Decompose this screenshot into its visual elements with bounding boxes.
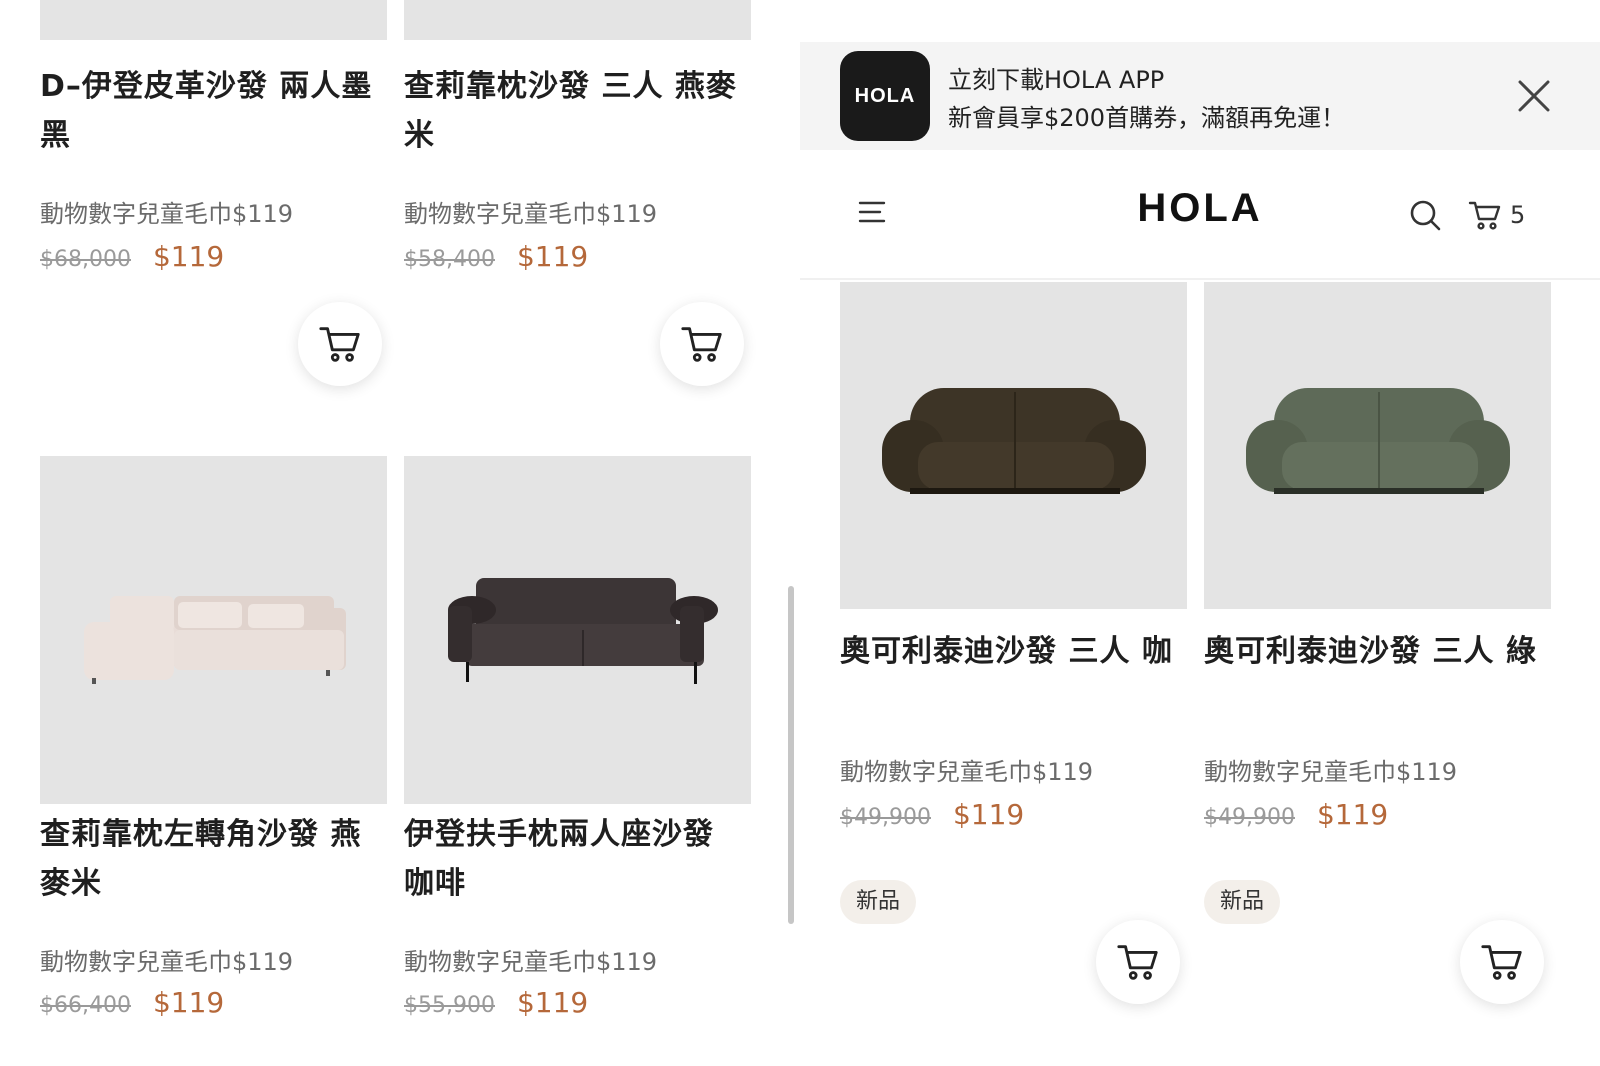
corner-sofa-image bbox=[84, 596, 346, 684]
close-icon[interactable] bbox=[1512, 74, 1556, 118]
product-image[interactable] bbox=[40, 0, 387, 40]
new-product-badge: 新品 bbox=[840, 880, 917, 924]
price-row: $49,900 $119 bbox=[1204, 798, 1388, 831]
price-row: $66,400 $119 bbox=[40, 986, 224, 1019]
teddy-sofa-brown-image bbox=[882, 388, 1146, 494]
app-logo[interactable]: HOLA bbox=[840, 51, 930, 141]
original-price: $68,000 bbox=[40, 247, 131, 272]
sale-price: $119 bbox=[516, 986, 589, 1019]
scrollbar[interactable] bbox=[788, 586, 794, 924]
price-row: $49,900 $119 bbox=[840, 798, 1024, 831]
right-screenshot-panel: HOLA 立刻下載HOLA APP 新會員享$200首購券，滿額再免運！ HOL… bbox=[800, 0, 1600, 1066]
left-screenshot-panel: D–伊登皮革沙發 兩人墨黑 動物數字兒童毛巾$119 $68,000 $119 … bbox=[0, 0, 800, 1066]
price-row: $68,000 $119 bbox=[40, 240, 224, 273]
product-promo-text: 動物數字兒童毛巾$119 bbox=[40, 200, 294, 228]
product-title[interactable]: 奧可利泰迪沙發 三人 咖 bbox=[840, 627, 1187, 676]
original-price: $58,400 bbox=[404, 247, 495, 272]
sale-price: $119 bbox=[1316, 798, 1389, 831]
product-promo-text: 動物數字兒童毛巾$119 bbox=[1204, 758, 1458, 786]
product-card[interactable]: 查莉靠枕沙發 三人 燕麥米 動物數字兒童毛巾$119 $58,400 $119 bbox=[404, 0, 751, 400]
two-seat-sofa-image bbox=[448, 578, 718, 684]
add-to-cart-button[interactable] bbox=[1096, 920, 1180, 1004]
original-price: $49,900 bbox=[840, 805, 931, 830]
cart-count-badge: 5 bbox=[1510, 201, 1526, 229]
original-price: $55,900 bbox=[404, 993, 495, 1018]
add-to-cart-button[interactable] bbox=[660, 302, 744, 386]
product-promo-text: 動物數字兒童毛巾$119 bbox=[404, 200, 658, 228]
product-image[interactable] bbox=[404, 456, 751, 804]
product-image[interactable] bbox=[40, 456, 387, 804]
product-promo-text: 動物數字兒童毛巾$119 bbox=[404, 948, 658, 976]
header-cart-button[interactable]: 5 bbox=[1468, 198, 1525, 232]
product-promo-text: 動物數字兒童毛巾$119 bbox=[840, 758, 1094, 786]
sale-price: $119 bbox=[516, 240, 589, 273]
cart-icon bbox=[1117, 945, 1158, 980]
product-card[interactable]: 伊登扶手枕兩人座沙發 咖啡 動物數字兒童毛巾$119 $55,900 $119 bbox=[404, 456, 751, 1066]
sale-price: $119 bbox=[152, 240, 225, 273]
product-title[interactable]: 奧可利泰迪沙發 三人 綠 bbox=[1204, 627, 1551, 676]
product-card[interactable]: 奧可利泰迪沙發 三人 綠 動物數字兒童毛巾$119 $49,900 $119 新… bbox=[1204, 282, 1551, 1066]
sale-price: $119 bbox=[152, 986, 225, 1019]
add-to-cart-button[interactable] bbox=[298, 302, 382, 386]
original-price: $66,400 bbox=[40, 993, 131, 1018]
product-promo-text: 動物數字兒童毛巾$119 bbox=[40, 948, 294, 976]
teddy-sofa-green-image bbox=[1246, 388, 1510, 494]
product-image[interactable] bbox=[404, 0, 751, 40]
product-title[interactable]: 伊登扶手枕兩人座沙發 咖啡 bbox=[404, 810, 751, 908]
product-card[interactable]: 查莉靠枕左轉角沙發 燕麥米 動物數字兒童毛巾$119 $66,400 $119 bbox=[40, 456, 387, 1066]
product-card[interactable]: D–伊登皮革沙發 兩人墨黑 動物數字兒童毛巾$119 $68,000 $119 bbox=[40, 0, 387, 400]
banner-subtitle: 新會員享$200首購券，滿額再免運！ bbox=[948, 104, 1346, 132]
app-download-banner[interactable]: HOLA 立刻下載HOLA APP 新會員享$200首購券，滿額再免運！ bbox=[800, 42, 1600, 150]
price-row: $55,900 $119 bbox=[404, 986, 588, 1019]
cart-icon bbox=[1481, 945, 1522, 980]
product-image[interactable] bbox=[1204, 282, 1551, 609]
product-title[interactable]: D–伊登皮革沙發 兩人墨黑 bbox=[40, 62, 387, 160]
product-title[interactable]: 查莉靠枕左轉角沙發 燕麥米 bbox=[40, 810, 387, 908]
site-header: HOLA 5 bbox=[800, 150, 1600, 280]
original-price: $49,900 bbox=[1204, 805, 1295, 830]
add-to-cart-button[interactable] bbox=[1460, 920, 1544, 1004]
product-card[interactable]: 奧可利泰迪沙發 三人 咖 動物數字兒童毛巾$119 $49,900 $119 新… bbox=[840, 282, 1187, 1066]
cart-icon bbox=[681, 327, 722, 362]
sale-price: $119 bbox=[952, 798, 1025, 831]
price-row: $58,400 $119 bbox=[404, 240, 588, 273]
new-product-badge: 新品 bbox=[1204, 880, 1281, 924]
product-title[interactable]: 查莉靠枕沙發 三人 燕麥米 bbox=[404, 62, 751, 160]
search-icon[interactable] bbox=[1408, 198, 1442, 232]
cart-icon bbox=[1468, 201, 1501, 230]
product-image[interactable] bbox=[840, 282, 1187, 609]
banner-title: 立刻下載HOLA APP bbox=[948, 66, 1165, 94]
cart-icon bbox=[319, 327, 360, 362]
